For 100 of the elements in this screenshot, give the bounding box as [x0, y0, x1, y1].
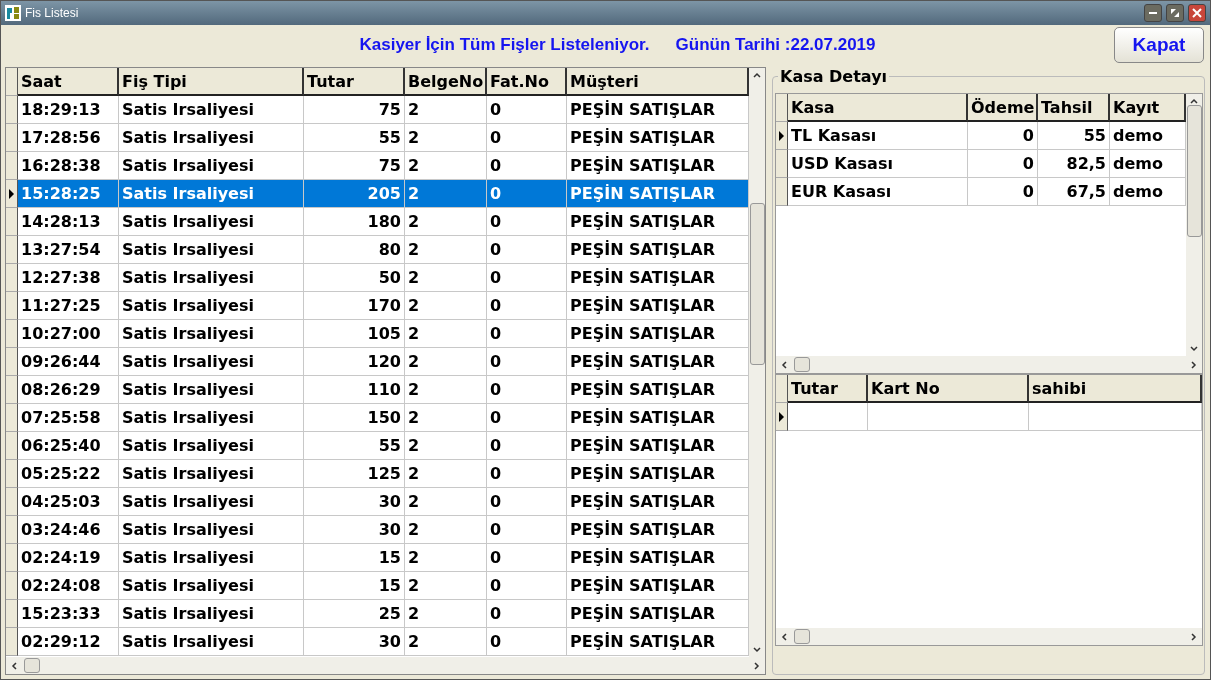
scroll-thumb[interactable] [794, 629, 810, 644]
scroll-thumb[interactable] [24, 658, 40, 673]
empty-cell[interactable] [868, 403, 1029, 431]
scroll-up-icon[interactable] [752, 71, 762, 79]
scroll-left-icon[interactable] [780, 631, 788, 642]
column-header[interactable]: Fat.No [487, 68, 567, 96]
row-header[interactable] [6, 404, 18, 432]
table-cell: 05:25:22 [18, 460, 119, 488]
table-cell: 0 [487, 292, 567, 320]
table-row[interactable]: 06:25:40 Satis Irsaliyesi 55 2 0 PEŞİN SATIŞLAR [6, 432, 749, 460]
row-header[interactable] [6, 292, 18, 320]
row-header[interactable] [6, 320, 18, 348]
row-header[interactable] [776, 403, 788, 431]
scroll-thumb[interactable] [749, 203, 765, 365]
vertical-scrollbar[interactable] [1186, 94, 1202, 356]
column-header[interactable]: Saat [18, 68, 119, 96]
row-header[interactable] [6, 600, 18, 628]
table-row[interactable]: 18:29:13 Satis Irsaliyesi 75 2 0 PEŞİN SATIŞLAR [6, 96, 749, 124]
empty-cell[interactable] [1029, 403, 1202, 431]
row-header[interactable] [6, 236, 18, 264]
row-header[interactable] [776, 122, 788, 150]
column-header[interactable]: Kart No [868, 375, 1029, 403]
scroll-down-icon[interactable] [1189, 345, 1199, 353]
vertical-scrollbar[interactable] [749, 68, 765, 657]
scroll-right-icon[interactable] [1190, 359, 1198, 370]
table-row[interactable]: 12:27:38 Satis Irsaliyesi 50 2 0 PEŞİN SATIŞLAR [6, 264, 749, 292]
horizontal-scrollbar[interactable] [6, 657, 765, 674]
maximize-button[interactable] [1166, 4, 1184, 22]
scroll-right-icon[interactable] [1190, 631, 1198, 642]
row-header[interactable] [6, 460, 18, 488]
column-header[interactable]: Tutar [304, 68, 405, 96]
table-cell: 2 [405, 180, 487, 208]
column-header[interactable]: Tutar [788, 375, 868, 403]
scroll-right-icon[interactable] [753, 660, 761, 671]
table-row[interactable]: 02:24:19 Satis Irsaliyesi 15 2 0 PEŞİN SATIŞLAR [6, 544, 749, 572]
row-header[interactable] [6, 152, 18, 180]
row-header[interactable] [6, 628, 18, 656]
row-header[interactable] [6, 96, 18, 124]
table-cell: 0 [487, 572, 567, 600]
table-cell: 0 [487, 628, 567, 656]
table-cell: Satis Irsaliyesi [119, 572, 304, 600]
table-cell: 10:27:00 [18, 320, 119, 348]
table-row[interactable]: 14:28:13 Satis Irsaliyesi 180 2 0 PEŞİN SATIŞLAR [6, 208, 749, 236]
table-row[interactable]: 17:28:56 Satis Irsaliyesi 55 2 0 PEŞİN SATIŞLAR [6, 124, 749, 152]
table-row[interactable]: 10:27:00 Satis Irsaliyesi 105 2 0 PEŞİN SATIŞLAR [6, 320, 749, 348]
table-row[interactable]: 04:25:03 Satis Irsaliyesi 30 2 0 PEŞİN SATIŞLAR [6, 488, 749, 516]
row-header[interactable] [6, 124, 18, 152]
scroll-thumb[interactable] [1186, 105, 1202, 237]
scroll-up-icon[interactable] [1189, 97, 1199, 105]
row-header[interactable] [6, 432, 18, 460]
table-cell: 0 [487, 96, 567, 124]
row-header[interactable] [6, 572, 18, 600]
close-button[interactable] [1188, 4, 1206, 22]
column-header[interactable]: Fiş Tipi [119, 68, 304, 96]
row-header[interactable] [6, 544, 18, 572]
table-cell: PEŞİN SATIŞLAR [567, 180, 749, 208]
table-row[interactable]: 15:23:33 Satis Irsaliyesi 25 2 0 PEŞİN SATIŞLAR [6, 600, 749, 628]
table-row[interactable]: 11:27:25 Satis Irsaliyesi 170 2 0 PEŞİN SATIŞLAR [6, 292, 749, 320]
row-header[interactable] [6, 376, 18, 404]
scroll-left-icon[interactable] [780, 359, 788, 370]
column-header[interactable]: sahibi [1029, 375, 1202, 403]
row-header[interactable] [6, 488, 18, 516]
table-cell: Satis Irsaliyesi [119, 600, 304, 628]
table-row[interactable]: 13:27:54 Satis Irsaliyesi 80 2 0 PEŞİN SATIŞLAR [6, 236, 749, 264]
horizontal-scrollbar[interactable] [776, 628, 1202, 645]
scroll-thumb[interactable] [794, 357, 810, 372]
row-header[interactable] [6, 180, 18, 208]
table-row[interactable]: 08:26:29 Satis Irsaliyesi 110 2 0 PEŞİN SATIŞLAR [6, 376, 749, 404]
scroll-down-icon[interactable] [752, 646, 762, 654]
column-header[interactable]: Tahsil [1038, 94, 1110, 122]
column-header[interactable]: Ödeme [968, 94, 1038, 122]
row-header[interactable] [6, 264, 18, 292]
table-row[interactable]: 07:25:58 Satis Irsaliyesi 150 2 0 PEŞİN SATIŞLAR [6, 404, 749, 432]
table-cell: 02:24:19 [18, 544, 119, 572]
maximize-icon [1170, 8, 1180, 18]
row-header[interactable] [6, 208, 18, 236]
row-header[interactable] [6, 516, 18, 544]
horizontal-scrollbar[interactable] [776, 356, 1202, 373]
table-cell: 2 [405, 628, 487, 656]
table-row[interactable]: 02:24:08 Satis Irsaliyesi 15 2 0 PEŞİN SATIŞLAR [6, 572, 749, 600]
table-row[interactable]: 03:24:46 Satis Irsaliyesi 30 2 0 PEŞİN SATIŞLAR [6, 516, 749, 544]
column-header[interactable]: Kasa [788, 94, 968, 122]
close-button[interactable]: Kapat [1114, 27, 1204, 63]
row-header[interactable] [776, 150, 788, 178]
table-cell: Satis Irsaliyesi [119, 544, 304, 572]
table-row[interactable]: 09:26:44 Satis Irsaliyesi 120 2 0 PEŞİN SATIŞLAR [6, 348, 749, 376]
table-row[interactable]: 15:28:25 Satis Irsaliyesi 205 2 0 PEŞİN SATIŞLAR [6, 180, 749, 208]
minimize-button[interactable] [1144, 4, 1162, 22]
row-header[interactable] [776, 178, 788, 206]
table-row[interactable]: 05:25:22 Satis Irsaliyesi 125 2 0 PEŞİN SATIŞLAR [6, 460, 749, 488]
scroll-left-icon[interactable] [10, 660, 18, 671]
column-header[interactable]: Kayıt [1110, 94, 1186, 122]
table-cell: 30 [304, 628, 405, 656]
column-header[interactable]: BelgeNo [405, 68, 487, 96]
table-cell: Satis Irsaliyesi [119, 236, 304, 264]
table-row[interactable]: 02:29:12 Satis Irsaliyesi 30 2 0 PEŞİN SATIŞLAR [6, 628, 749, 656]
column-header[interactable]: Müşteri [567, 68, 749, 96]
row-header[interactable] [6, 348, 18, 376]
table-cell: 0 [487, 600, 567, 628]
table-cell: 0 [487, 404, 567, 432]
